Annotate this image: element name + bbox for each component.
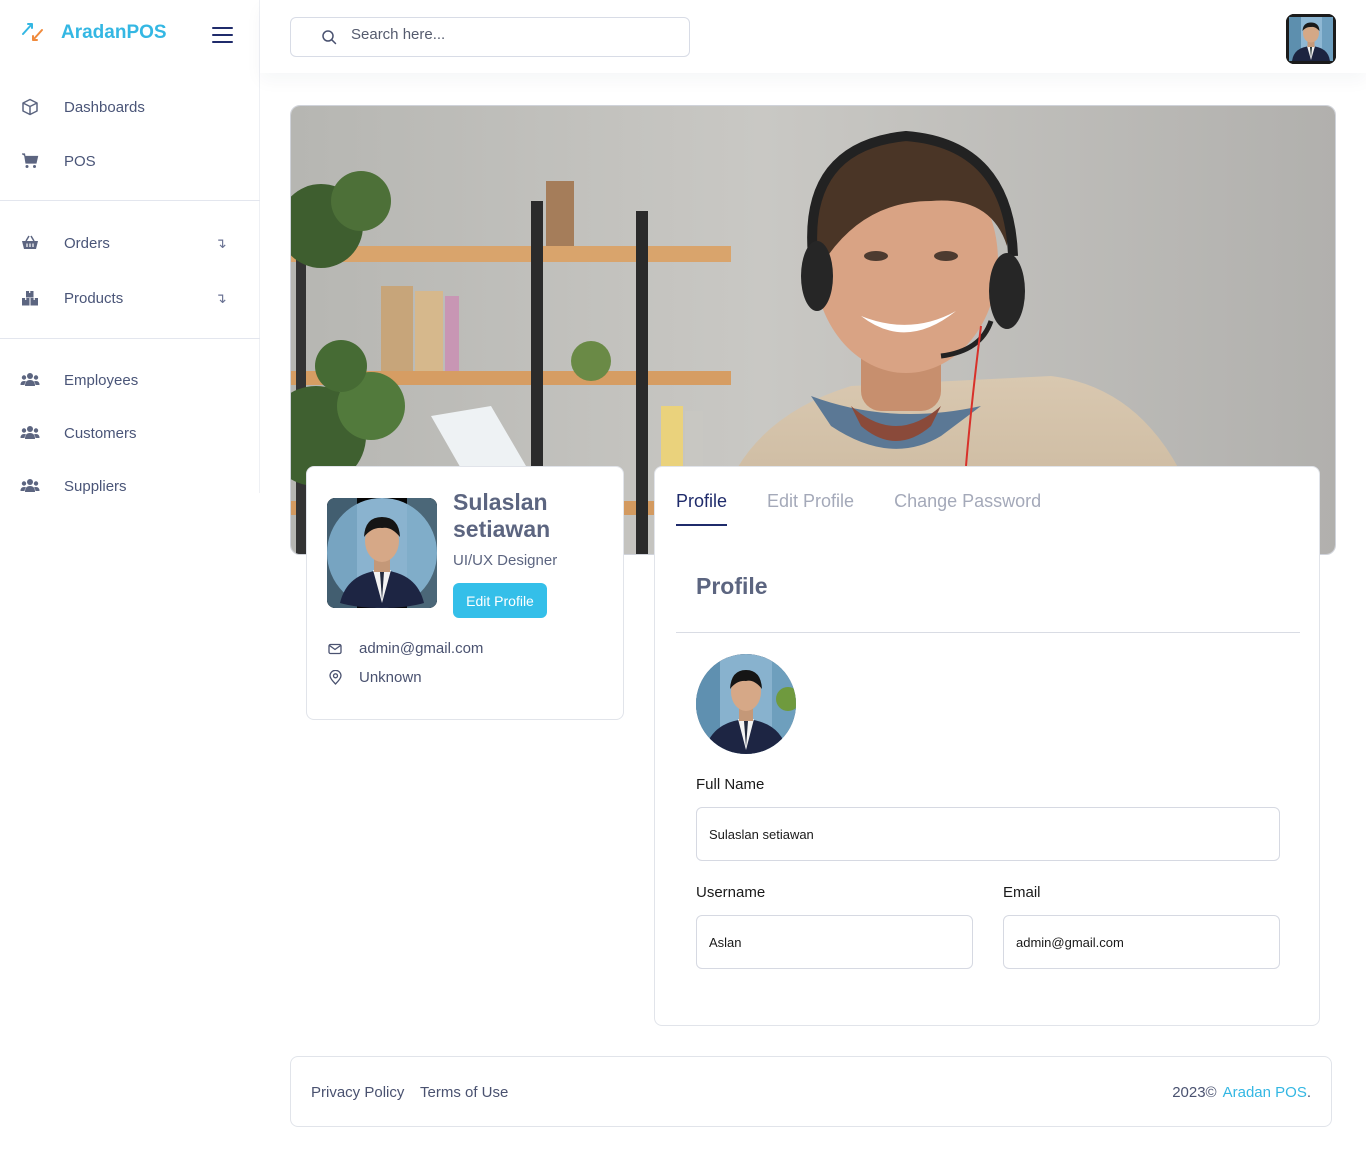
profile-email-row: admin@gmail.com xyxy=(327,640,483,657)
profile-location: Unknown xyxy=(359,669,422,686)
sidebar-item-label: Orders xyxy=(64,234,110,252)
sidebar-divider xyxy=(0,338,260,339)
form-avatar xyxy=(696,654,796,754)
mail-icon xyxy=(327,641,343,657)
topbar xyxy=(260,0,1366,73)
users-icon xyxy=(20,476,40,496)
sidebar: AradanPOS Dashboards POS Orders ↴ Produc… xyxy=(0,0,260,495)
cube-icon xyxy=(20,97,40,117)
tab-edit-profile[interactable]: Edit Profile xyxy=(767,491,854,526)
profile-card: Sulaslan setiawan UI/UX Designer Edit Pr… xyxy=(306,466,624,720)
copyright-year: 2023© xyxy=(1172,1084,1217,1101)
section-title: Profile xyxy=(696,573,768,599)
user-avatar[interactable] xyxy=(1286,14,1336,64)
sidebar-item-label: Customers xyxy=(64,424,137,442)
copyright: 2023© Aradan POS. xyxy=(1172,1084,1311,1101)
footer: Privacy Policy Terms of Use 2023© Aradan … xyxy=(290,1056,1332,1127)
location-pin-icon xyxy=(327,670,343,686)
sidebar-item-customers[interactable]: Customers xyxy=(0,413,260,453)
sidebar-item-label: Employees xyxy=(64,371,139,389)
terms-of-use-link[interactable]: Terms of Use xyxy=(420,1084,508,1101)
section-divider xyxy=(676,632,1300,633)
chevron-down-icon[interactable]: ↴ xyxy=(215,235,227,252)
profile-location-row: Unknown xyxy=(327,669,422,686)
sidebar-item-label: Products xyxy=(64,289,124,307)
search-icon xyxy=(322,30,337,45)
brand[interactable]: AradanPOS xyxy=(20,18,167,48)
logo-icon xyxy=(22,23,43,41)
brand-footer-link[interactable]: Aradan POS xyxy=(1223,1084,1307,1101)
sidebar-item-pos[interactable]: POS xyxy=(0,141,260,181)
profile-email: admin@gmail.com xyxy=(359,640,484,657)
tab-profile[interactable]: Profile xyxy=(676,491,728,526)
boxes-icon xyxy=(20,288,40,308)
email-field[interactable] xyxy=(1003,915,1280,969)
basket-icon xyxy=(20,233,40,253)
tab-bar: Profile Edit Profile Change Password xyxy=(676,491,1081,526)
profile-avatar xyxy=(327,498,437,608)
chevron-down-icon[interactable]: ↴ xyxy=(215,290,227,307)
privacy-policy-link[interactable]: Privacy Policy xyxy=(311,1084,404,1101)
sidebar-item-label: POS xyxy=(64,152,96,170)
tab-change-password[interactable]: Change Password xyxy=(894,491,1041,526)
copyright-suffix: . xyxy=(1306,1084,1311,1101)
profile-role: UI/UX Designer xyxy=(453,552,558,569)
cart-icon xyxy=(20,151,40,171)
sidebar-item-label: Suppliers xyxy=(64,477,127,495)
sidebar-item-label: Dashboards xyxy=(64,98,145,116)
brand-name: AradanPOS xyxy=(61,22,167,43)
search-box[interactable] xyxy=(290,17,690,57)
profile-tabs-card: Profile Edit Profile Change Password Pro… xyxy=(654,466,1320,1026)
username-label: Username xyxy=(696,884,766,901)
sidebar-item-dashboards[interactable]: Dashboards xyxy=(0,87,260,127)
sidebar-item-employees[interactable]: Employees xyxy=(0,360,260,400)
users-icon xyxy=(20,370,40,390)
search-input[interactable] xyxy=(351,26,671,43)
fullname-label: Full Name xyxy=(696,776,765,793)
menu-toggle-icon[interactable] xyxy=(212,27,233,45)
sidebar-item-suppliers[interactable]: Suppliers xyxy=(0,466,260,506)
users-icon xyxy=(20,423,40,443)
sidebar-item-orders[interactable]: Orders ↴ xyxy=(0,223,260,263)
fullname-field[interactable] xyxy=(696,807,1280,861)
username-field[interactable] xyxy=(696,915,973,969)
edit-profile-button[interactable]: Edit Profile xyxy=(453,583,547,618)
profile-name: Sulaslan setiawan xyxy=(453,489,551,542)
sidebar-divider xyxy=(0,200,260,201)
email-label: Email xyxy=(1003,884,1041,901)
sidebar-item-products[interactable]: Products ↴ xyxy=(0,278,260,318)
